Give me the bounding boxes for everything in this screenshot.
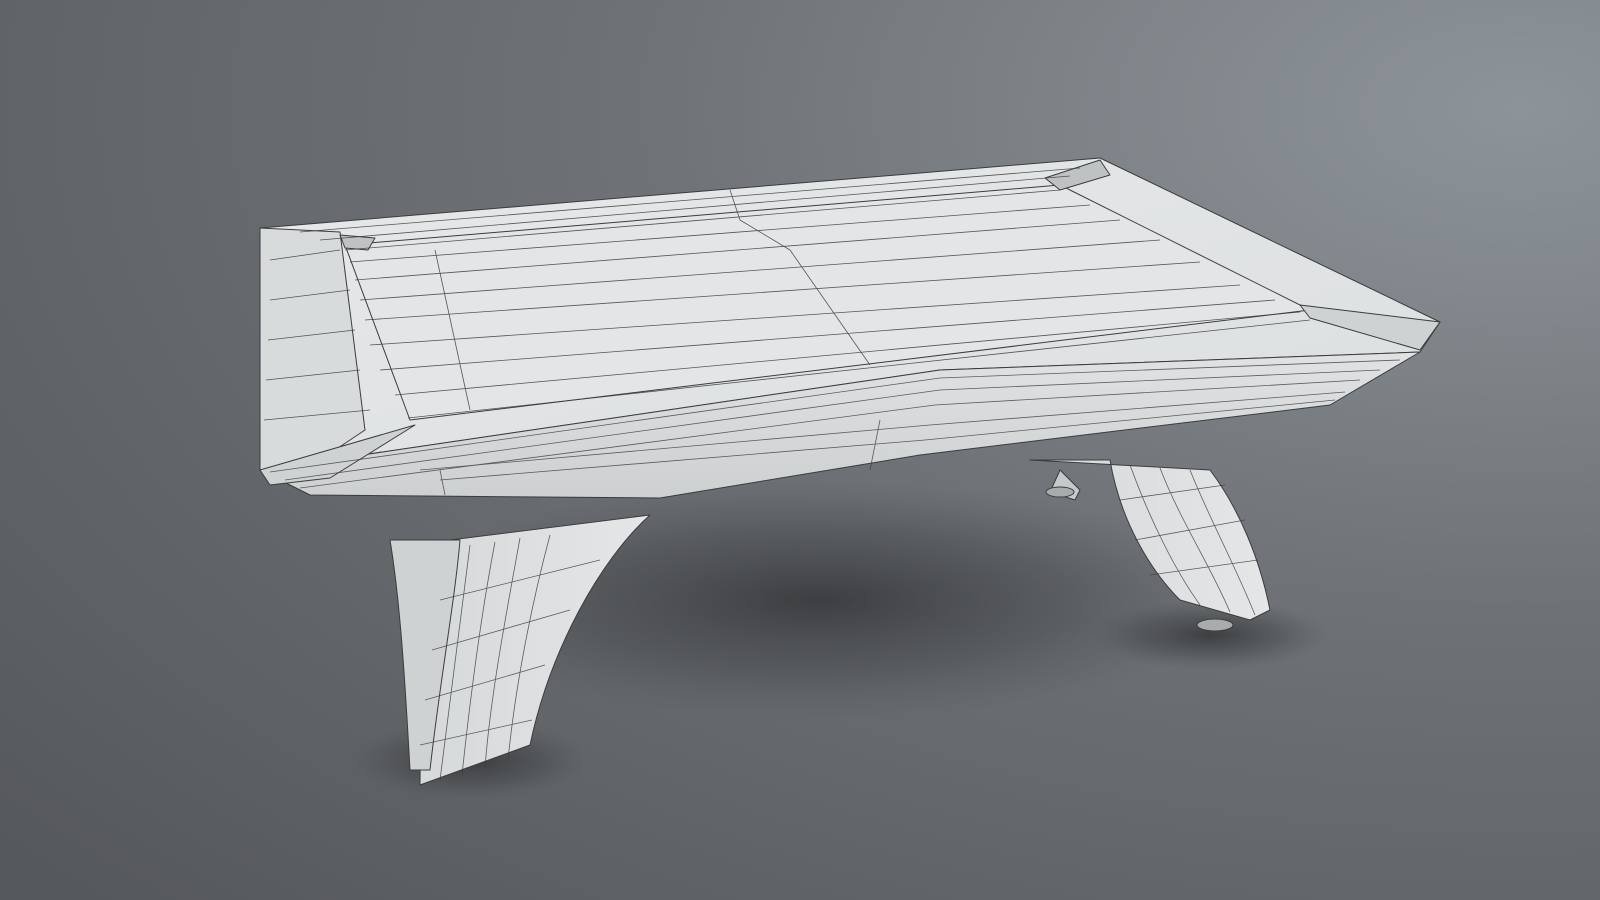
render-viewport	[0, 0, 1600, 900]
wireframe-render	[0, 0, 1600, 900]
floor-shadow-right-leg	[1090, 600, 1330, 670]
foot-back-right	[1196, 618, 1234, 632]
foot-back-left	[1045, 486, 1075, 498]
